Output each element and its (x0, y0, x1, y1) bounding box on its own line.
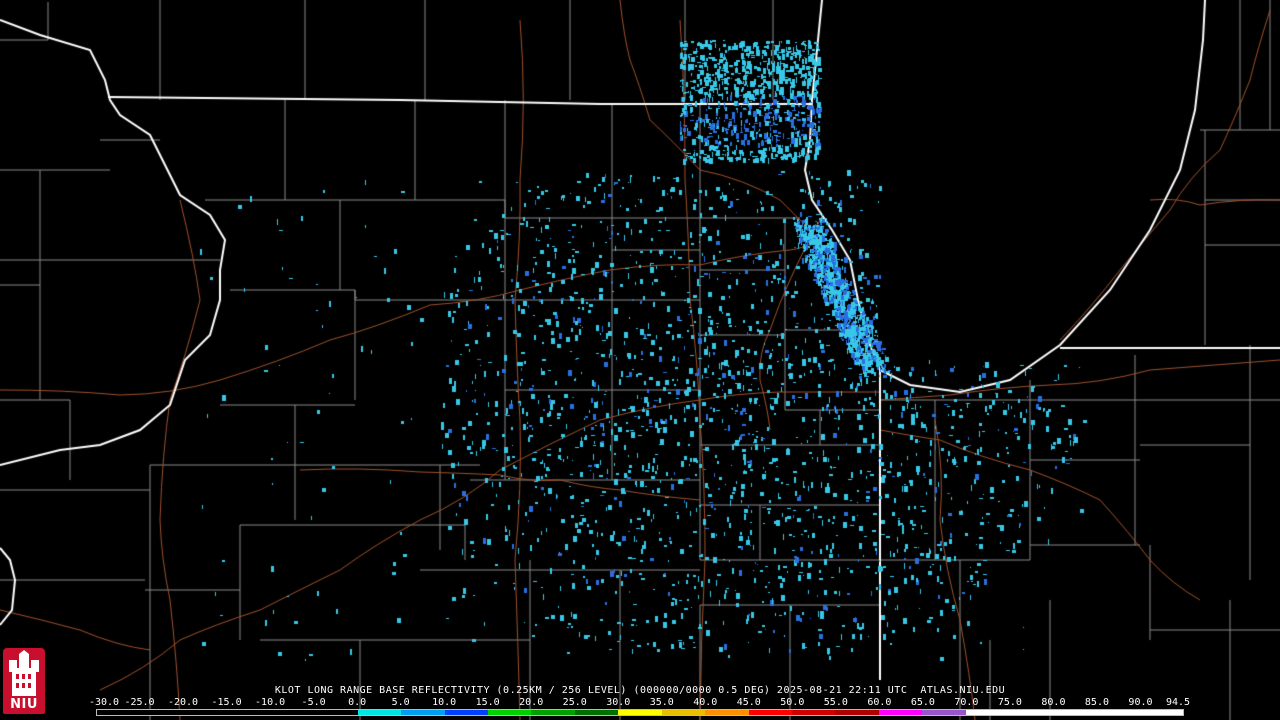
colorbar-segment (792, 710, 836, 715)
scale-tick-label: -20.0 (167, 697, 199, 708)
scale-tick-label: -30.0 (88, 697, 120, 708)
scale-tick-label: 5.0 (391, 697, 410, 708)
colorbar-segment (618, 710, 662, 715)
colorbar-segment (835, 710, 879, 715)
scale-tick-label: 90.0 (1128, 697, 1153, 708)
scale-tick-label: 50.0 (780, 697, 805, 708)
colorbar-segment (444, 710, 488, 715)
scale-tick-label: 15.0 (475, 697, 500, 708)
scale-tick-label: 25.0 (562, 697, 587, 708)
colorbar-segment (1052, 710, 1097, 715)
colorbar-segment (922, 710, 966, 715)
colorbar-segment (1009, 710, 1053, 715)
colorbar-segment (574, 710, 619, 715)
colorbar-segment (270, 710, 315, 715)
scale-tick-label: 35.0 (649, 697, 674, 708)
colorbar-segment (748, 710, 792, 715)
colorbar-segment (1139, 710, 1183, 715)
scale-tick-label: 10.0 (432, 697, 457, 708)
scale-tick-label: 70.0 (954, 697, 979, 708)
product-caption: KLOT LONG RANGE BASE REFLECTIVITY (0.25K… (274, 685, 1006, 696)
scale-tick-label: -10.0 (255, 697, 286, 708)
niu-logo: NIU (3, 648, 45, 714)
niu-logo-text: NIU (10, 697, 38, 712)
colorbar-segment (227, 710, 271, 715)
scale-tick-label: 20.0 (519, 697, 544, 708)
scale-tick-label: 40.0 (693, 697, 718, 708)
colorbar-segment (183, 710, 228, 715)
scale-tick-label: 80.0 (1041, 697, 1066, 708)
scale-tick-label: 55.0 (823, 697, 848, 708)
colorbar-segment (878, 710, 923, 715)
scale-tick-label: 85.0 (1084, 697, 1109, 708)
scale-tick-label: 45.0 (736, 697, 761, 708)
scale-tick-label: -15.0 (211, 697, 242, 708)
scale-tick-label: -25.0 (124, 697, 155, 708)
colorbar-segment (401, 710, 445, 715)
scale-tick-label: 30.0 (606, 697, 631, 708)
colorbar-segment (531, 710, 575, 715)
scale-tick-label: 65.0 (910, 697, 935, 708)
colorbar-segment (97, 710, 141, 715)
scale-tick-label: 60.0 (867, 697, 892, 708)
reflectivity-scale-labels: -30.0 -25.0 -20.0 -15.0 -10.0 -5.0 0.0 5.0 10.0 1… (89, 697, 1196, 709)
colorbar-segment (357, 710, 402, 715)
colorbar-segment (487, 710, 532, 715)
scale-tick-label: 75.0 (997, 697, 1022, 708)
colorbar-segment (314, 710, 358, 715)
colorbar-segment (1096, 710, 1140, 715)
colorbar-segment (661, 710, 706, 715)
scale-tick-label: 0.0 (348, 697, 367, 708)
reflectivity-colorbar (96, 709, 1184, 716)
scale-tick-label: 94.5 (1165, 697, 1191, 708)
colorbar-segment (705, 710, 749, 715)
colorbar-segment (965, 710, 1010, 715)
scale-tick-label: -5.0 (301, 697, 326, 708)
tower-icon (9, 650, 39, 696)
radar-map-canvas (0, 0, 1280, 720)
colorbar-segment (140, 710, 184, 715)
